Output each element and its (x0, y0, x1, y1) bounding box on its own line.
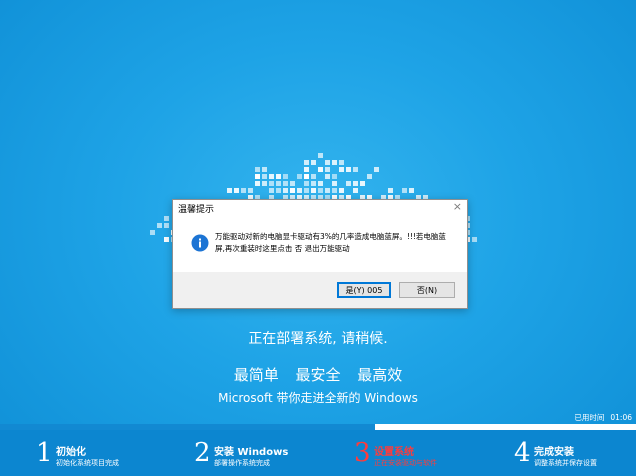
mosaic-tile (388, 188, 393, 193)
mosaic-tile (234, 188, 239, 193)
mosaic-tile (325, 174, 330, 179)
dialog-footer: 是(Y) 005 否(N) (173, 272, 467, 308)
mosaic-tile (241, 188, 246, 193)
mosaic-tile (157, 223, 162, 228)
mosaic-tile (150, 230, 155, 235)
mosaic-tile (283, 188, 288, 193)
mosaic-tile (304, 181, 309, 186)
mosaic-tile (332, 181, 337, 186)
mosaic-tile (304, 167, 309, 172)
dialog-title: 温馨提示 (178, 205, 215, 215)
step-number: 3 (354, 438, 371, 468)
mosaic-tile (255, 181, 260, 186)
mosaic-tile (339, 188, 344, 193)
mosaic-tile (325, 188, 330, 193)
mosaic-tile (353, 188, 358, 193)
mosaic-tile (311, 174, 316, 179)
mosaic-tile (332, 160, 337, 165)
yes-button[interactable]: 是(Y) 005 (337, 282, 391, 298)
mosaic-tile (360, 181, 365, 186)
mosaic-tile (332, 174, 337, 179)
mosaic-tile (164, 237, 169, 242)
mosaic-tile (276, 174, 281, 179)
mosaic-tile (346, 181, 351, 186)
slogan-item: 最简单 (233, 366, 279, 384)
step-subtitle: 正在安装驱动与软件 (374, 459, 437, 467)
mosaic-tile (472, 237, 477, 242)
mosaic-tile (262, 181, 267, 186)
mosaic-tile (311, 160, 316, 165)
mosaic-tile (276, 188, 281, 193)
step-number: 4 (514, 438, 531, 468)
info-icon (191, 234, 209, 252)
mosaic-tile (269, 181, 274, 186)
step-subtitle: 调整系统并保存设置 (534, 459, 597, 467)
mosaic-tile (374, 167, 379, 172)
mosaic-tile (304, 174, 309, 179)
slogan-item: 最安全 (295, 366, 341, 384)
mosaic-tile (339, 160, 344, 165)
mosaic-tile (164, 216, 169, 221)
mosaic-tile (402, 188, 407, 193)
mosaic-tile (409, 188, 414, 193)
mosaic-tile (283, 174, 288, 179)
mosaic-tile (304, 188, 309, 193)
step-subtitle: 初始化系统项目完成 (56, 459, 119, 467)
step-title: 完成安装 (534, 447, 574, 458)
mosaic-tile (283, 181, 288, 186)
mosaic-tile (339, 167, 344, 172)
mosaic-tile (318, 181, 323, 186)
mosaic-tile (367, 174, 372, 179)
slogan: 最简单 最安全 最高效 (0, 364, 636, 385)
step-title: 初始化 (56, 447, 86, 458)
mosaic-tile (262, 174, 267, 179)
dialog-titlebar: 温馨提示 × (173, 200, 467, 216)
mosaic-tile (318, 153, 323, 158)
close-icon[interactable]: × (453, 200, 462, 213)
mosaic-tile (353, 167, 358, 172)
mosaic-tile (332, 188, 337, 193)
mosaic-tile (269, 174, 274, 179)
mosaic-tile (325, 167, 330, 172)
mosaic-tile (255, 167, 260, 172)
mosaic-tile (164, 223, 169, 228)
mosaic-tile (346, 167, 351, 172)
mosaic-tile (304, 160, 309, 165)
mosaic-tile (318, 167, 323, 172)
dialog-message: 万能驱动对新的电脑显卡驱动有3%的几率造成电脑蓝屏。!!!若电脑蓝屏,再次重装时… (215, 232, 446, 253)
mosaic-tile (227, 188, 232, 193)
mosaic-tile (290, 188, 295, 193)
elapsed-label: 已用时间 (574, 413, 605, 422)
mosaic-tile (276, 181, 281, 186)
mosaic-tile (290, 181, 295, 186)
mosaic-tile (311, 188, 316, 193)
dialog-body: 万能驱动对新的电脑显卡驱动有3%的几率造成电脑蓝屏。!!!若电脑蓝屏,再次重装时… (173, 216, 467, 272)
step-title: 设置系统 (374, 447, 414, 458)
mosaic-tile (248, 188, 253, 193)
step-subtitle: 部署操作系统完成 (214, 459, 270, 467)
mosaic-tile (262, 167, 267, 172)
mosaic-tile (297, 188, 302, 193)
mosaic-tile (269, 188, 274, 193)
no-button[interactable]: 否(N) (399, 282, 455, 298)
step-bar: 1 初始化 初始化系统项目完成 2 安装 Windows 部署操作系统完成 3 … (0, 430, 636, 476)
mosaic-tile (255, 174, 260, 179)
status-text: 正在部署系统, 请稍候. (248, 331, 388, 347)
mosaic-tile (325, 160, 330, 165)
tagline: Microsoft 带你走进全新的 Windows (218, 391, 418, 405)
step-number: 2 (194, 438, 211, 468)
mosaic-tile (297, 174, 302, 179)
slogan-item: 最高效 (357, 366, 403, 384)
step-title: 安装 Windows (214, 447, 289, 458)
warning-dialog: 温馨提示 × 万能驱动对新的电脑显卡驱动有3%的几率造成电脑蓝屏。!!!若电脑蓝… (172, 199, 468, 309)
mosaic-tile (318, 188, 323, 193)
mosaic-tile (353, 181, 358, 186)
step-number: 1 (36, 438, 53, 468)
elapsed-value: 01:06 (610, 413, 632, 422)
elapsed-time: 已用时间 01:06 (574, 412, 632, 423)
mosaic-tile (311, 181, 316, 186)
